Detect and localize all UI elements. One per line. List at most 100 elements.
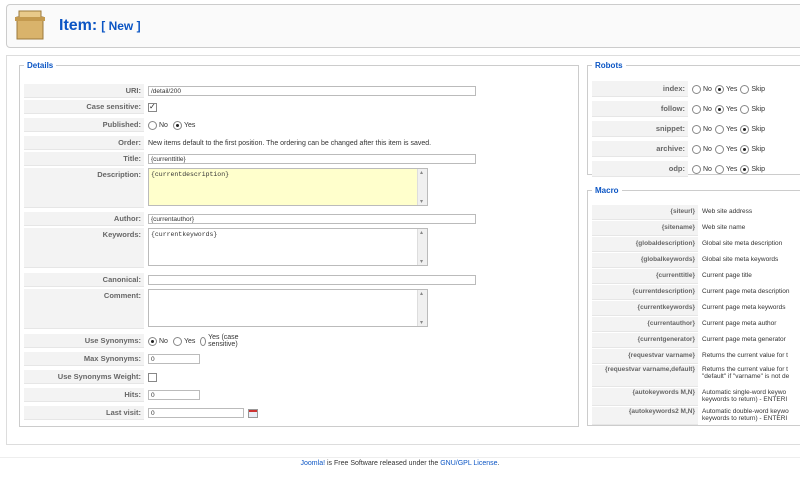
use-synonyms-yes-cs-radio[interactable] bbox=[200, 336, 207, 346]
description-scrollbar[interactable] bbox=[417, 169, 427, 205]
macro-row: {currentkeywords} Current page meta keywo… bbox=[592, 301, 800, 316]
macro-description: Current page meta author bbox=[702, 320, 777, 327]
author-input[interactable]: {currentauthor} bbox=[148, 214, 476, 224]
macro-description: Global site meta keywords bbox=[702, 256, 779, 263]
macro-key: {siteurl} bbox=[592, 205, 698, 220]
robots-yes-label: Yes bbox=[725, 165, 738, 173]
macro-row: {currenttitle} Current page title bbox=[592, 269, 800, 284]
last-visit-input[interactable]: 0 bbox=[148, 408, 244, 418]
robots-yes-radio[interactable] bbox=[714, 144, 724, 154]
last-visit-label: Last visit: bbox=[24, 406, 144, 420]
description-textarea[interactable]: {currentdescription} bbox=[148, 168, 428, 206]
published-yes-radio[interactable] bbox=[172, 120, 182, 130]
robots-skip-radio[interactable] bbox=[740, 84, 750, 94]
macro-row: {globalkeywords} Global site meta keyword… bbox=[592, 253, 800, 268]
robots-skip-radio[interactable] bbox=[740, 104, 750, 114]
macro-row: {globaldescription} Global site meta desc… bbox=[592, 237, 800, 252]
canonical-input[interactable] bbox=[148, 275, 476, 285]
case-sensitive-checkbox[interactable] bbox=[148, 102, 157, 112]
robots-skip-radio[interactable] bbox=[740, 144, 750, 154]
robots-no-radio[interactable] bbox=[692, 164, 701, 174]
details-legend: Details bbox=[27, 61, 54, 70]
robots-legend: Robots bbox=[595, 61, 623, 70]
macro-key: {autokeywords M,N} bbox=[592, 388, 698, 406]
macro-description: Automatic single-word keywo keywords to … bbox=[702, 389, 788, 403]
macro-row: {requestvar varname,default} Returns the … bbox=[592, 365, 800, 387]
macro-key: {requestvar varname} bbox=[592, 349, 698, 364]
canonical-label: Canonical: bbox=[24, 273, 144, 287]
title-input[interactable]: {currenttitle} bbox=[148, 154, 476, 164]
robots-row-label: archive: bbox=[592, 141, 688, 157]
license-link[interactable]: GNU/GPL License bbox=[440, 460, 497, 467]
robots-no-radio[interactable] bbox=[692, 124, 701, 134]
comment-scrollbar[interactable] bbox=[417, 290, 427, 326]
order-label: Order: bbox=[24, 136, 144, 150]
robots-yes-label: Yes bbox=[725, 125, 738, 133]
macro-key: {globalkeywords} bbox=[592, 253, 698, 268]
main-panel: Details URI: /detail/200 Case sensitive:… bbox=[6, 55, 800, 445]
macro-key: {currentauthor} bbox=[592, 317, 698, 332]
uri-label: URI: bbox=[24, 84, 144, 98]
max-synonyms-input[interactable]: 0 bbox=[148, 354, 200, 364]
hits-input[interactable]: 0 bbox=[148, 390, 200, 400]
robots-yes-label: Yes bbox=[725, 105, 738, 113]
macro-row: {currentauthor} Current page meta author bbox=[592, 317, 800, 332]
keywords-label: Keywords: bbox=[24, 228, 144, 268]
macro-row: {currentgenerator} Current page meta gene… bbox=[592, 333, 800, 348]
robots-skip-label: Skip bbox=[751, 125, 765, 133]
robots-skip-label: Skip bbox=[751, 165, 765, 173]
use-synonyms-yes-label: Yes bbox=[183, 337, 196, 345]
robots-no-radio[interactable] bbox=[692, 84, 701, 94]
footer-text: is Free Software released under the bbox=[325, 460, 441, 467]
macro-description: Current page meta keywords bbox=[702, 304, 786, 311]
description-label: Description: bbox=[24, 168, 144, 208]
macro-key: {currenttitle} bbox=[592, 269, 698, 284]
hits-label: Hits: bbox=[24, 388, 144, 402]
comment-label: Comment: bbox=[24, 289, 144, 329]
author-label: Author: bbox=[24, 212, 144, 226]
robots-no-radio[interactable] bbox=[692, 104, 701, 114]
keywords-value: {currentkeywords} bbox=[151, 231, 218, 238]
robots-no-label: No bbox=[703, 125, 712, 133]
calendar-icon[interactable] bbox=[248, 408, 258, 418]
use-synonyms-no-radio[interactable] bbox=[148, 336, 157, 346]
page-title: Item:[ New ] bbox=[59, 17, 141, 34]
macro-key: {globaldescription} bbox=[592, 237, 698, 252]
robots-row-label: follow: bbox=[592, 101, 688, 117]
robots-skip-label: Skip bbox=[751, 145, 765, 153]
keywords-scrollbar[interactable] bbox=[417, 229, 427, 265]
macro-description: Web site name bbox=[702, 224, 746, 231]
macro-description: Returns the current value for t bbox=[702, 352, 788, 359]
macro-key: {requestvar varname,default} bbox=[592, 365, 698, 387]
robots-row-label: odp: bbox=[592, 161, 688, 177]
macro-key: {sitename} bbox=[592, 221, 698, 236]
macro-key: {currentgenerator} bbox=[592, 333, 698, 348]
robots-yes-radio[interactable] bbox=[714, 164, 724, 174]
uri-input[interactable]: /detail/200 bbox=[148, 86, 476, 96]
robots-yes-radio[interactable] bbox=[714, 84, 724, 94]
order-text: New items default to the first position.… bbox=[148, 139, 432, 147]
published-no-radio[interactable] bbox=[148, 120, 157, 130]
comment-textarea[interactable] bbox=[148, 289, 428, 327]
macro-row: {siteurl} Web site address bbox=[592, 205, 800, 220]
published-no-label: No bbox=[159, 121, 168, 129]
robots-no-radio[interactable] bbox=[692, 144, 701, 154]
robots-yes-radio[interactable] bbox=[714, 124, 724, 134]
use-synonyms-no-label: No bbox=[159, 337, 168, 345]
joomla-link[interactable]: Joomla! bbox=[301, 460, 326, 467]
macro-legend: Macro bbox=[595, 186, 619, 195]
macro-row: {requestvar varname} Returns the current … bbox=[592, 349, 800, 364]
published-yes-label: Yes bbox=[183, 121, 196, 129]
keywords-textarea[interactable]: {currentkeywords} bbox=[148, 228, 428, 266]
robots-no-label: No bbox=[703, 145, 712, 153]
robots-skip-label: Skip bbox=[751, 105, 765, 113]
robots-skip-radio[interactable] bbox=[740, 164, 750, 174]
macro-key: {currentkeywords} bbox=[592, 301, 698, 316]
use-synonyms-yes-radio[interactable] bbox=[172, 336, 182, 346]
macro-row: {currentdescription} Current page meta de… bbox=[592, 285, 800, 300]
macro-row: {autokeywords M,N} Automatic single-word … bbox=[592, 388, 800, 406]
title-label: Title: bbox=[24, 152, 144, 166]
robots-yes-radio[interactable] bbox=[714, 104, 724, 114]
robots-skip-radio[interactable] bbox=[740, 124, 750, 134]
use-synonyms-weight-checkbox[interactable] bbox=[148, 372, 157, 382]
